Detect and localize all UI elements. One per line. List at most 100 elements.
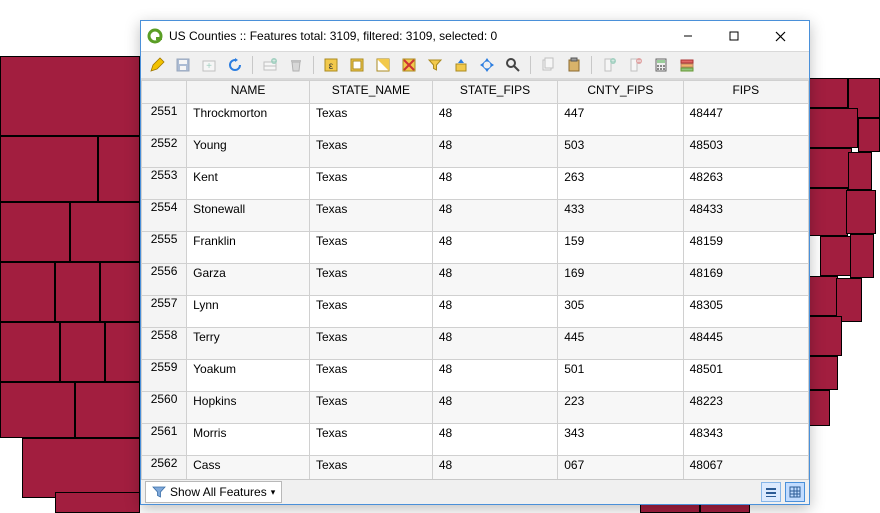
row-number[interactable]: 2554: [142, 200, 187, 232]
cell[interactable]: Yoakum: [187, 360, 310, 392]
cell[interactable]: 48501: [683, 360, 808, 392]
cell[interactable]: Lynn: [187, 296, 310, 328]
cell[interactable]: 48159: [683, 232, 808, 264]
cell[interactable]: 48169: [683, 264, 808, 296]
titlebar[interactable]: US Counties :: Features total: 3109, fil…: [141, 21, 809, 51]
conditional-fmt-icon[interactable]: [675, 53, 699, 77]
cell[interactable]: Franklin: [187, 232, 310, 264]
attribute-grid[interactable]: NAMESTATE_NAMESTATE_FIPSCNTY_FIPSFIPS 25…: [141, 79, 809, 479]
table-row[interactable]: 2560HopkinsTexas4822348223: [142, 392, 809, 424]
cell[interactable]: 48503: [683, 136, 808, 168]
column-header[interactable]: CNTY_FIPS: [558, 81, 683, 104]
column-header[interactable]: NAME: [187, 81, 310, 104]
cell[interactable]: Texas: [309, 424, 432, 456]
cell[interactable]: Texas: [309, 136, 432, 168]
table-row[interactable]: 2554StonewallTexas4843348433: [142, 200, 809, 232]
row-number[interactable]: 2562: [142, 456, 187, 480]
cell[interactable]: 48445: [683, 328, 808, 360]
table-view-button[interactable]: [785, 482, 805, 502]
cell[interactable]: 48: [432, 200, 557, 232]
cell[interactable]: Garza: [187, 264, 310, 296]
cell[interactable]: 48: [432, 104, 557, 136]
table-row[interactable]: 2552YoungTexas4850348503: [142, 136, 809, 168]
table-row[interactable]: 2559YoakumTexas4850148501: [142, 360, 809, 392]
reload-icon[interactable]: [223, 53, 247, 77]
cell[interactable]: 48433: [683, 200, 808, 232]
cell[interactable]: 48067: [683, 456, 808, 480]
cell[interactable]: 48: [432, 168, 557, 200]
cell[interactable]: 48: [432, 296, 557, 328]
row-number[interactable]: 2556: [142, 264, 187, 296]
cell[interactable]: 48263: [683, 168, 808, 200]
field-calc-icon[interactable]: [649, 53, 673, 77]
cell[interactable]: 445: [558, 328, 683, 360]
cell[interactable]: 48: [432, 232, 557, 264]
cell[interactable]: 48: [432, 328, 557, 360]
column-header[interactable]: STATE_FIPS: [432, 81, 557, 104]
cell[interactable]: Cass: [187, 456, 310, 480]
edit-pencil-icon[interactable]: [145, 53, 169, 77]
cell[interactable]: Hopkins: [187, 392, 310, 424]
corner-cell[interactable]: [142, 81, 187, 104]
cell[interactable]: 067: [558, 456, 683, 480]
close-button[interactable]: [757, 22, 803, 50]
cell[interactable]: Stonewall: [187, 200, 310, 232]
select-expr-icon[interactable]: ε: [319, 53, 343, 77]
cell[interactable]: 48: [432, 456, 557, 480]
cell[interactable]: Texas: [309, 360, 432, 392]
cell[interactable]: Texas: [309, 296, 432, 328]
row-number[interactable]: 2555: [142, 232, 187, 264]
invert-select-icon[interactable]: [371, 53, 395, 77]
cell[interactable]: 48: [432, 136, 557, 168]
cell[interactable]: Texas: [309, 200, 432, 232]
form-view-button[interactable]: [761, 482, 781, 502]
cell[interactable]: 501: [558, 360, 683, 392]
cell[interactable]: 48223: [683, 392, 808, 424]
cell[interactable]: Morris: [187, 424, 310, 456]
row-number[interactable]: 2552: [142, 136, 187, 168]
cell[interactable]: 433: [558, 200, 683, 232]
cell[interactable]: Texas: [309, 328, 432, 360]
maximize-button[interactable]: [711, 22, 757, 50]
pan-to-icon[interactable]: [475, 53, 499, 77]
row-number[interactable]: 2557: [142, 296, 187, 328]
cell[interactable]: Throckmorton: [187, 104, 310, 136]
table-row[interactable]: 2558TerryTexas4844548445: [142, 328, 809, 360]
cell[interactable]: 48343: [683, 424, 808, 456]
cell[interactable]: 169: [558, 264, 683, 296]
cell[interactable]: Terry: [187, 328, 310, 360]
column-header[interactable]: FIPS: [683, 81, 808, 104]
table-row[interactable]: 2555FranklinTexas4815948159: [142, 232, 809, 264]
cell[interactable]: Texas: [309, 104, 432, 136]
cell[interactable]: Texas: [309, 264, 432, 296]
cell[interactable]: 48: [432, 424, 557, 456]
zoom-to-icon[interactable]: [501, 53, 525, 77]
column-header[interactable]: STATE_NAME: [309, 81, 432, 104]
cell[interactable]: 48: [432, 360, 557, 392]
table-row[interactable]: 2557LynnTexas4830548305: [142, 296, 809, 328]
cell[interactable]: 305: [558, 296, 683, 328]
cell[interactable]: 263: [558, 168, 683, 200]
cell[interactable]: 447: [558, 104, 683, 136]
cell[interactable]: 48: [432, 264, 557, 296]
paste-icon[interactable]: [562, 53, 586, 77]
row-number[interactable]: 2559: [142, 360, 187, 392]
cell[interactable]: 159: [558, 232, 683, 264]
row-number[interactable]: 2560: [142, 392, 187, 424]
table-row[interactable]: 2551ThrockmortonTexas4844748447: [142, 104, 809, 136]
cell[interactable]: Texas: [309, 456, 432, 480]
row-number[interactable]: 2558: [142, 328, 187, 360]
move-top-icon[interactable]: [449, 53, 473, 77]
table-row[interactable]: 2562CassTexas4806748067: [142, 456, 809, 480]
table-row[interactable]: 2561MorrisTexas4834348343: [142, 424, 809, 456]
cell[interactable]: Young: [187, 136, 310, 168]
row-number[interactable]: 2561: [142, 424, 187, 456]
filter-icon[interactable]: [423, 53, 447, 77]
table-row[interactable]: 2556GarzaTexas4816948169: [142, 264, 809, 296]
cell[interactable]: Kent: [187, 168, 310, 200]
table-row[interactable]: 2553KentTexas4826348263: [142, 168, 809, 200]
cell[interactable]: Texas: [309, 168, 432, 200]
row-number[interactable]: 2553: [142, 168, 187, 200]
cell[interactable]: 48: [432, 392, 557, 424]
show-all-features-dropdown[interactable]: Show All Features ▾: [145, 481, 282, 503]
